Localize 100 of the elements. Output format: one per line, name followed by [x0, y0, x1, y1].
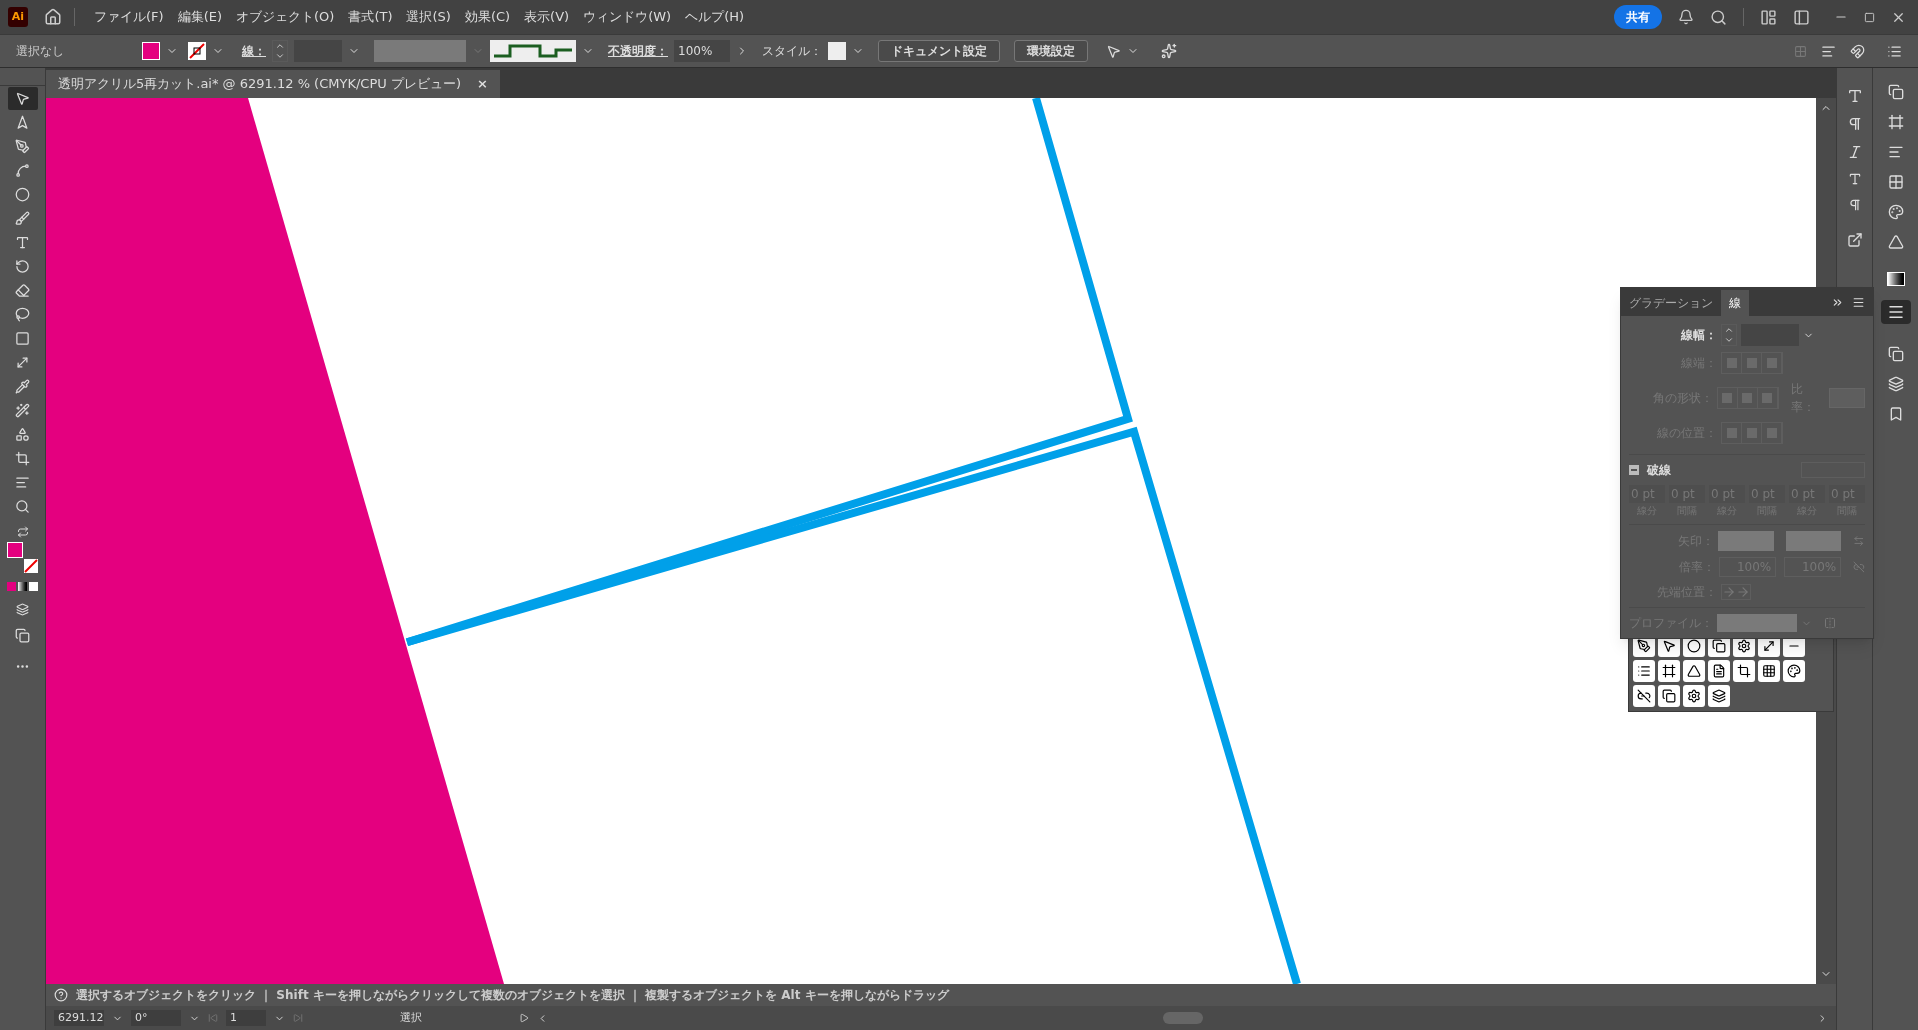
character-icon[interactable]	[1846, 88, 1863, 104]
transform-icon[interactable]	[1887, 84, 1904, 100]
stepper[interactable]	[272, 40, 288, 62]
menu-item[interactable]: 効果(C)	[457, 7, 518, 27]
menu-item[interactable]: オブジェクト(O)	[229, 7, 342, 27]
link-icon	[1853, 561, 1865, 573]
zoom-field[interactable]: 6291.12	[54, 1009, 104, 1027]
stepper[interactable]	[1721, 324, 1737, 346]
fill-swatch[interactable]	[6, 542, 23, 558]
panel-menu-icon[interactable]	[1852, 296, 1865, 309]
lasso-tool-icon[interactable]	[15, 307, 30, 322]
scroll-thumb[interactable]	[1162, 1012, 1203, 1024]
ellipse-tool-icon[interactable]	[15, 187, 30, 202]
document-tab[interactable]: 透明アクリル5再カット.ai* @ 6291.12 % (CMYK/CPU プレビュー) ×	[46, 70, 500, 98]
panel-icon[interactable]	[1793, 8, 1810, 26]
arrow-start-dropdown[interactable]	[1717, 531, 1774, 551]
select-similar-icon[interactable]	[1106, 43, 1121, 59]
selection-tool-icon[interactable]	[15, 91, 30, 106]
stroke-label: 線：	[242, 43, 266, 60]
eyedropper-tool-icon[interactable]	[15, 379, 30, 394]
rotate-tool-icon[interactable]	[15, 259, 30, 274]
bounding-icon[interactable]	[1887, 114, 1904, 130]
status-hint: 選択するオブジェクトをクリック ｜ Shift キーを押しながらクリックして複数のオブジェクトを選択 ｜ 複製するオブジェクトを Alt キーを押しながらドラッグ	[76, 987, 949, 1004]
eraser-tool-icon[interactable]	[15, 283, 30, 298]
no-stroke-swatch[interactable]	[188, 42, 206, 60]
color-guide-icon[interactable]	[1887, 234, 1904, 250]
palette-icon[interactable]	[1887, 204, 1904, 220]
curvature-tool-icon[interactable]	[15, 163, 30, 178]
play-icon[interactable]	[519, 1013, 529, 1023]
current-tool-status: 選択	[399, 1009, 423, 1026]
dash-profile-swatch[interactable]	[490, 40, 576, 62]
opacity-label: 不透明度：	[608, 43, 668, 60]
align-icon[interactable]	[1887, 144, 1904, 160]
last-artboard-icon	[293, 1013, 303, 1023]
collapse-icon[interactable]	[1831, 296, 1844, 309]
align-icon[interactable]	[1821, 43, 1836, 59]
direct-selection-tool-icon[interactable]	[15, 115, 30, 130]
bell-icon[interactable]	[1678, 9, 1694, 25]
workspace-icon[interactable]	[1760, 8, 1777, 26]
first-artboard-icon	[208, 1013, 218, 1023]
panel-button[interactable]	[1880, 300, 1911, 324]
app-logo: Ai	[8, 7, 28, 27]
zoom-tool-icon[interactable]	[15, 499, 30, 514]
snap-icon[interactable]	[1850, 43, 1865, 59]
home-icon[interactable]	[44, 8, 62, 26]
sparkle-icon[interactable]	[1161, 43, 1177, 59]
selection-status: 選択なし	[15, 43, 65, 60]
no-stroke-swatch[interactable]	[22, 558, 39, 574]
color-mode-icons[interactable]	[7, 582, 38, 591]
weight-label: 線幅：	[1680, 327, 1717, 344]
panel-tab[interactable]: グラデーション	[1621, 290, 1721, 316]
shape-builder-tool-icon[interactable]	[15, 427, 30, 442]
close-tab-button[interactable]: ×	[476, 74, 488, 94]
screen-mode-icon[interactable]	[15, 628, 30, 643]
panel-tab[interactable]: 線	[1721, 290, 1749, 316]
style-swatch[interactable]	[828, 42, 846, 60]
fill-swatch[interactable]	[142, 42, 160, 60]
share-button[interactable]: 共有	[1614, 5, 1662, 29]
menu-item[interactable]: ヘルプ(H)	[678, 7, 752, 27]
up-icon[interactable]	[275, 41, 285, 51]
help-icon	[54, 988, 68, 1002]
style-label: スタイル：	[762, 43, 822, 60]
layers-icon[interactable]	[1887, 376, 1904, 392]
brush-swatch[interactable]	[374, 40, 466, 62]
menu-item[interactable]: 書式(T)	[341, 7, 400, 27]
menu-item[interactable]: ウィンドウ(W)	[576, 7, 679, 27]
export-icon[interactable]	[1846, 232, 1863, 248]
align-tool-icon[interactable]	[15, 475, 30, 490]
up-icon[interactable]	[1724, 325, 1734, 335]
stroke-lines-icon[interactable]	[1886, 303, 1905, 321]
menu-icon[interactable]	[1887, 43, 1902, 59]
artboard-field[interactable]: 1	[226, 1009, 266, 1027]
paragraph-style-icon[interactable]	[1847, 198, 1862, 212]
character-style-icon[interactable]	[1847, 172, 1862, 186]
menu-item[interactable]: 選択(S)	[399, 7, 458, 27]
gradient-icon[interactable]	[1886, 272, 1905, 286]
menu-item[interactable]: 表示(V)	[517, 7, 577, 27]
down-icon[interactable]	[275, 51, 285, 61]
toolbar-button[interactable]: ドキュメント設定	[878, 40, 1000, 62]
collapse-toggle[interactable]	[1629, 465, 1639, 475]
pathfinder-icon[interactable]	[1887, 346, 1904, 362]
paintbrush-tool-icon[interactable]	[15, 211, 30, 226]
toolbar-button[interactable]: 環境設定	[1014, 40, 1088, 62]
tool-button[interactable]	[7, 87, 38, 110]
menu-item[interactable]: ファイル(F)	[87, 7, 171, 27]
draw-mode-icon[interactable]	[16, 603, 29, 616]
artboard-tool-icon[interactable]	[15, 451, 30, 466]
opacity-field[interactable]: 100%	[674, 40, 730, 62]
pen-tool-icon[interactable]	[15, 139, 30, 154]
search-icon[interactable]	[1710, 8, 1727, 26]
down-icon[interactable]	[1724, 335, 1734, 345]
type-tool-icon[interactable]	[15, 235, 30, 250]
maximize-icon[interactable]	[1864, 11, 1875, 23]
menu-item[interactable]: 編集(E)	[170, 7, 229, 27]
rotation-field[interactable]: 0°	[131, 1009, 181, 1027]
dashed-label: 破線	[1647, 462, 1671, 479]
swap-arrows-icon	[1853, 535, 1865, 547]
flip-icon	[1824, 617, 1836, 629]
swap-icon[interactable]	[16, 526, 29, 538]
swatches-icon[interactable]	[1887, 174, 1904, 190]
